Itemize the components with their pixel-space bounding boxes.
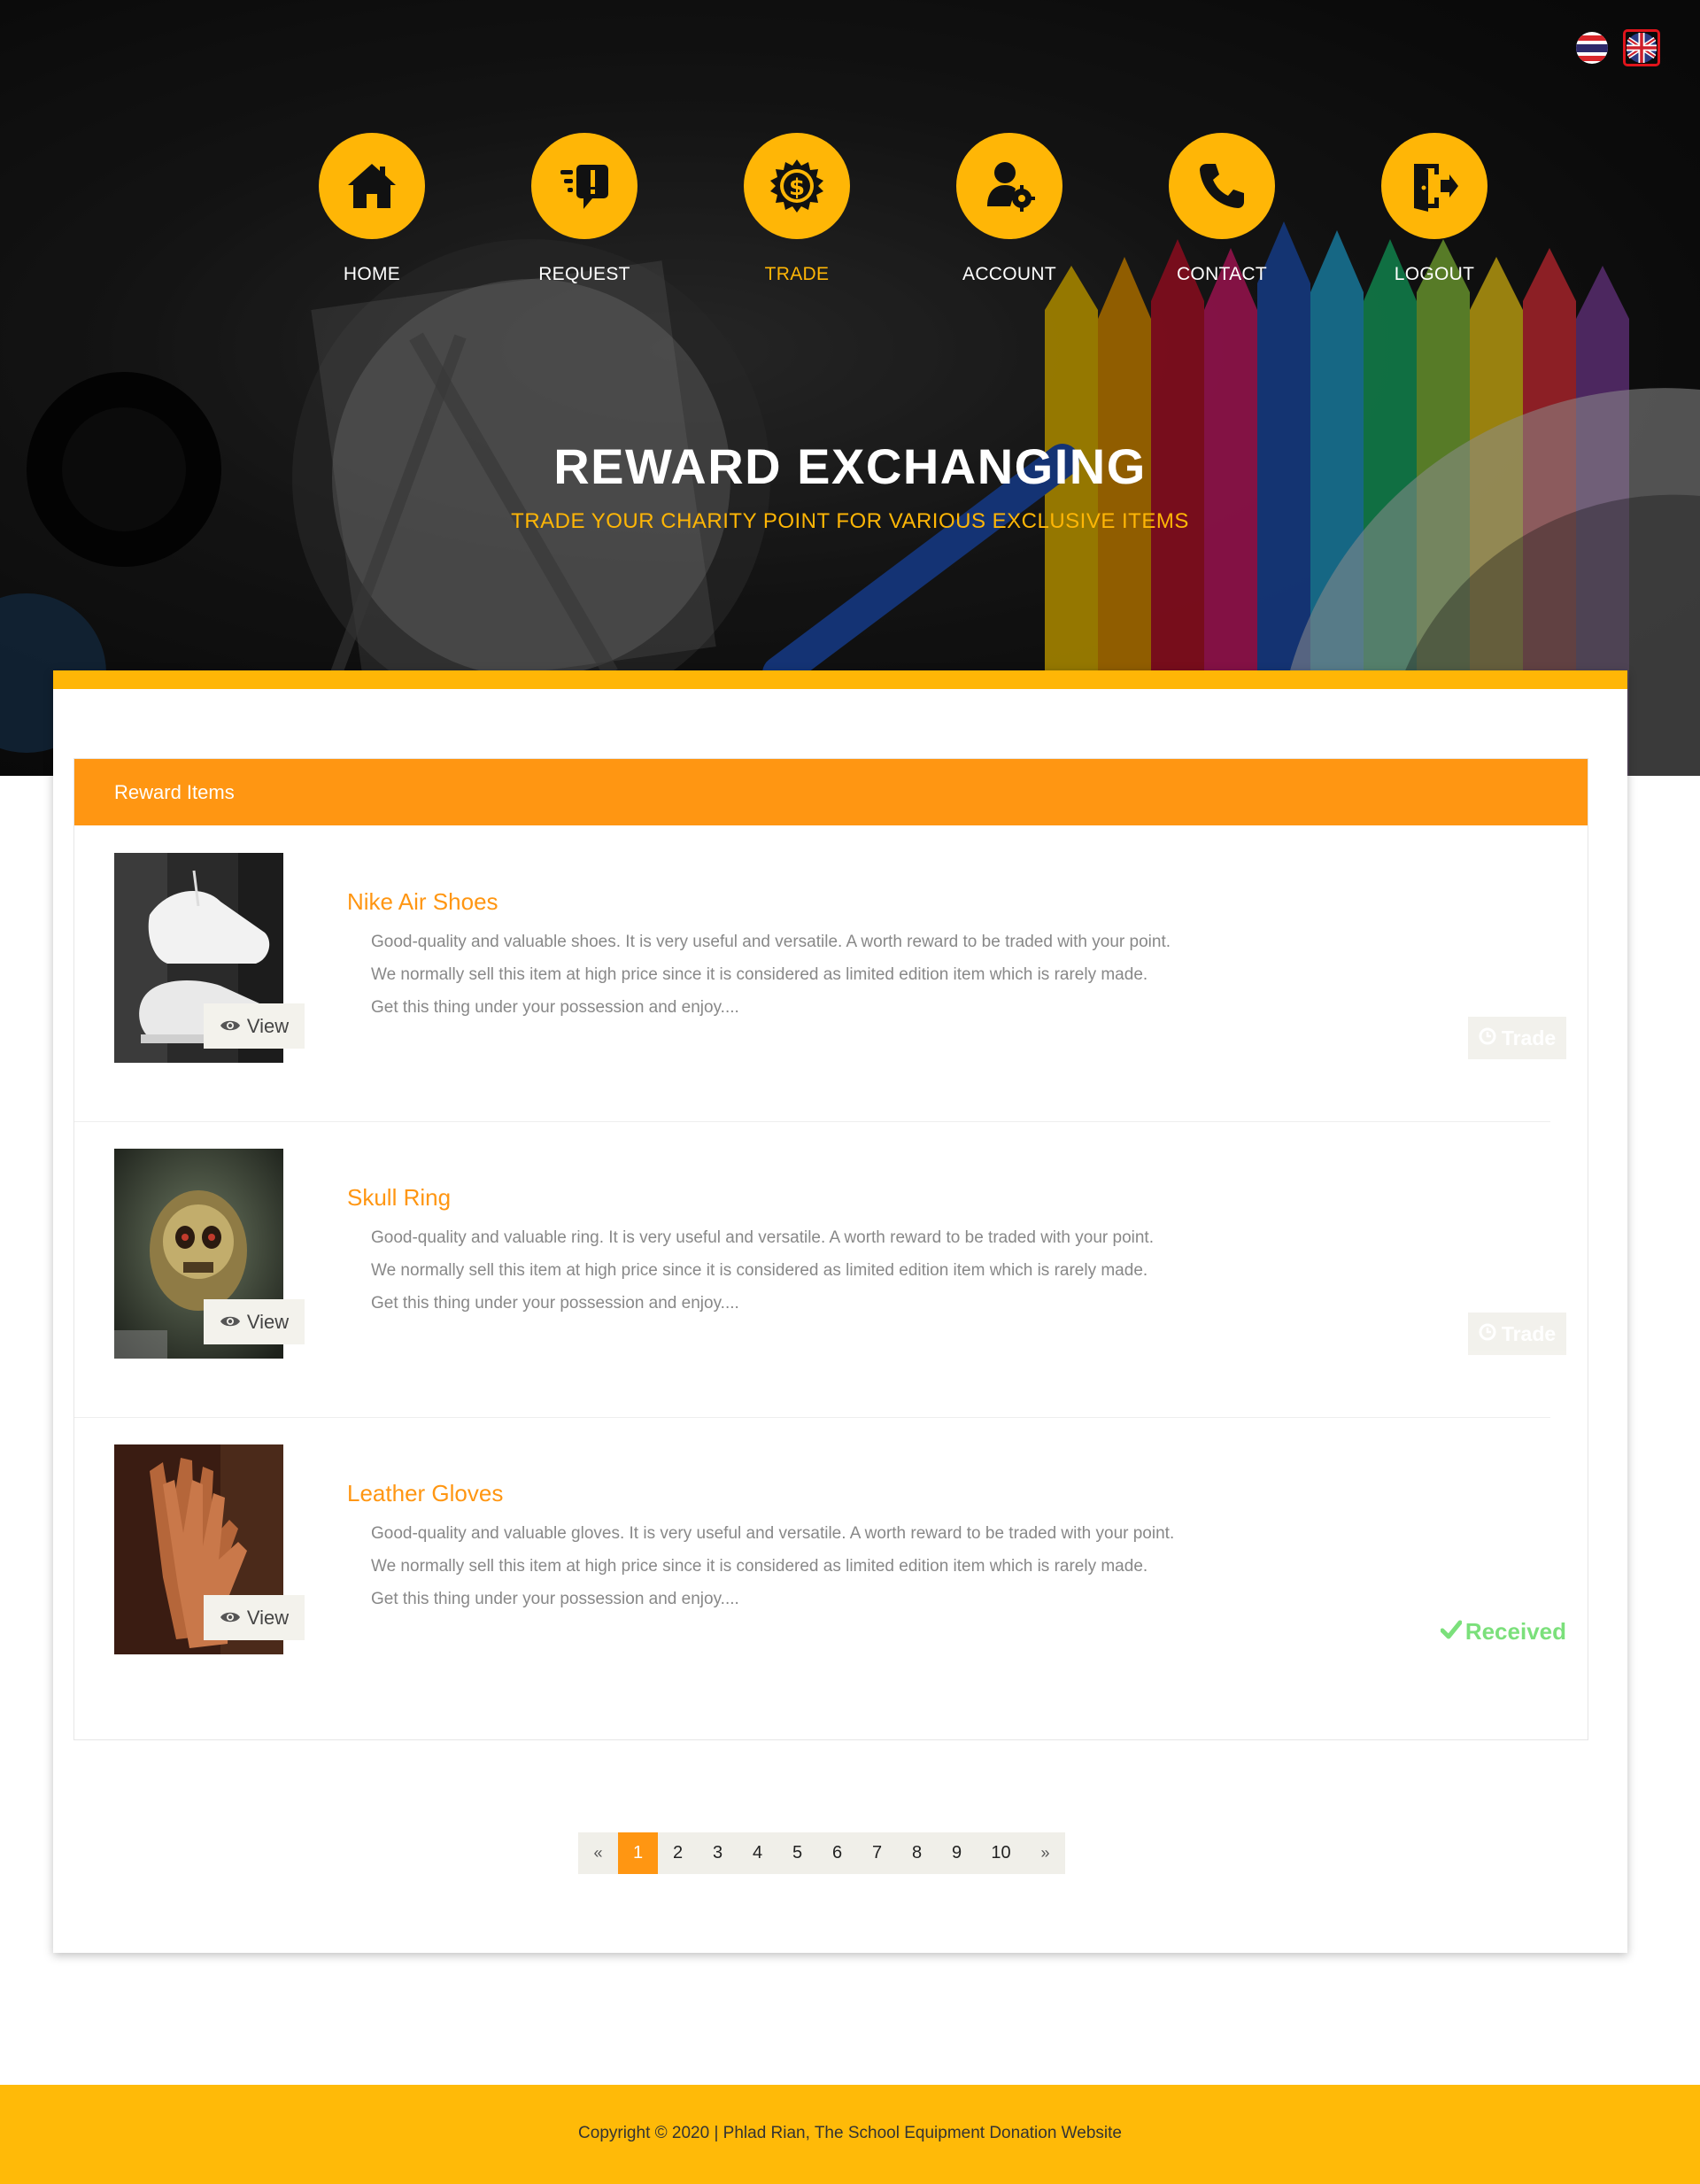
page-link[interactable]: 1 <box>618 1832 658 1874</box>
nav-label: TRADE <box>764 264 830 284</box>
item-title[interactable]: Skull Ring <box>347 1184 451 1212</box>
desc-line: Good-quality and valuable shoes. It is v… <box>371 933 1171 951</box>
main-nav: HOME REQUEST $ TRADE ACCOUNT CONTACT LOG… <box>266 133 1541 285</box>
language-switcher <box>1576 29 1660 66</box>
eye-icon <box>220 1607 241 1630</box>
copyright-text: Copyright © 2020 | Phlad Rian, The Schoo… <box>578 2124 1122 2142</box>
item-description: Good-quality and valuable ring. It is ve… <box>371 1221 1256 1320</box>
nav-label: CONTACT <box>1176 264 1268 284</box>
page-link[interactable]: 8 <box>897 1832 937 1874</box>
nav-contact[interactable]: CONTACT <box>1116 133 1328 285</box>
eye-icon <box>220 1015 241 1038</box>
desc-line: Get this thing under your possession and… <box>371 998 739 1017</box>
pagination-next[interactable]: » <box>1025 1832 1065 1874</box>
pagination-prev[interactable]: « <box>578 1832 618 1874</box>
thai-flag-icon[interactable] <box>1576 32 1608 64</box>
svg-text:$: $ <box>789 174 805 201</box>
desc-line: We normally sell this item at high price… <box>371 1557 1148 1576</box>
page-link[interactable]: 3 <box>698 1832 738 1874</box>
page-link[interactable]: 2 <box>658 1832 698 1874</box>
check-icon <box>1440 1618 1463 1646</box>
pagination: « 1 2 3 4 5 6 7 8 9 10 » <box>578 1832 1065 1874</box>
trade-button[interactable]: Trade <box>1468 1017 1566 1059</box>
view-label: View <box>246 1606 290 1629</box>
desc-line: Good-quality and valuable ring. It is ve… <box>371 1228 1154 1247</box>
logout-door-icon <box>1381 133 1488 239</box>
card-accent-bar <box>53 670 1627 689</box>
page-link[interactable]: 5 <box>777 1832 817 1874</box>
trade-label: Trade <box>1501 1321 1557 1345</box>
content-card: Reward Items View Nike Air Shoes Good-qu… <box>53 670 1627 1953</box>
clock-icon <box>1479 1026 1496 1050</box>
view-label: View <box>246 1310 290 1333</box>
item-description: Good-quality and valuable shoes. It is v… <box>371 925 1256 1024</box>
page-link[interactable]: 4 <box>738 1832 777 1874</box>
reward-items-panel: Reward Items View Nike Air Shoes Good-qu… <box>73 758 1588 1740</box>
panel-heading: Reward Items <box>74 759 1588 825</box>
nav-home[interactable]: HOME <box>266 133 478 285</box>
page-title: REWARD EXCHANGING <box>553 438 1147 494</box>
page-link[interactable]: 7 <box>857 1832 897 1874</box>
view-button[interactable]: View <box>204 1299 305 1344</box>
page-link[interactable]: 9 <box>937 1832 977 1874</box>
nav-label: LOGOUT <box>1394 264 1475 284</box>
desc-line: Good-quality and valuable gloves. It is … <box>371 1524 1175 1543</box>
school-supplies-background <box>0 0 1700 776</box>
reward-item: View Leather Gloves Good-quality and val… <box>74 1418 1588 1714</box>
eye-icon <box>220 1311 241 1334</box>
nav-trade[interactable]: $ TRADE <box>691 133 903 285</box>
nav-request[interactable]: REQUEST <box>478 133 691 285</box>
nav-account[interactable]: ACCOUNT <box>903 133 1116 285</box>
desc-line: We normally sell this item at high price… <box>371 965 1148 984</box>
desc-line: We normally sell this item at high price… <box>371 1261 1148 1280</box>
page-link[interactable]: 10 <box>977 1832 1025 1874</box>
trade-button[interactable]: Trade <box>1468 1313 1566 1355</box>
reward-item: View Skull Ring Good-quality and valuabl… <box>74 1122 1588 1418</box>
account-settings-icon <box>956 133 1062 239</box>
page-link[interactable]: 6 <box>817 1832 857 1874</box>
home-icon <box>319 133 425 239</box>
nav-label: HOME <box>343 264 401 284</box>
view-button[interactable]: View <box>204 1595 305 1640</box>
item-title[interactable]: Leather Gloves <box>347 1480 503 1507</box>
view-button[interactable]: View <box>204 1003 305 1049</box>
phone-icon <box>1169 133 1275 239</box>
desc-line: Get this thing under your possession and… <box>371 1590 739 1608</box>
nav-label: ACCOUNT <box>962 264 1056 284</box>
trade-label: Trade <box>1501 1026 1557 1049</box>
nav-label: REQUEST <box>538 264 630 284</box>
page-subtitle: TRADE YOUR CHARITY POINT FOR VARIOUS EXC… <box>511 509 1189 533</box>
item-title[interactable]: Nike Air Shoes <box>347 888 498 916</box>
item-description: Good-quality and valuable gloves. It is … <box>371 1517 1256 1615</box>
request-icon <box>531 133 638 239</box>
uk-flag-icon[interactable] <box>1623 29 1660 66</box>
footer: Copyright © 2020 | Phlad Rian, The Schoo… <box>0 2085 1700 2184</box>
trade-coin-icon: $ <box>744 133 850 239</box>
received-status: Received <box>1440 1618 1566 1646</box>
received-label: Received <box>1464 1618 1566 1645</box>
clock-icon <box>1479 1322 1496 1346</box>
hero-banner: HOME REQUEST $ TRADE ACCOUNT CONTACT LOG… <box>0 0 1700 776</box>
reward-item: View Nike Air Shoes Good-quality and val… <box>74 826 1588 1122</box>
desc-line: Get this thing under your possession and… <box>371 1294 739 1313</box>
nav-logout[interactable]: LOGOUT <box>1328 133 1541 285</box>
view-label: View <box>246 1014 290 1037</box>
